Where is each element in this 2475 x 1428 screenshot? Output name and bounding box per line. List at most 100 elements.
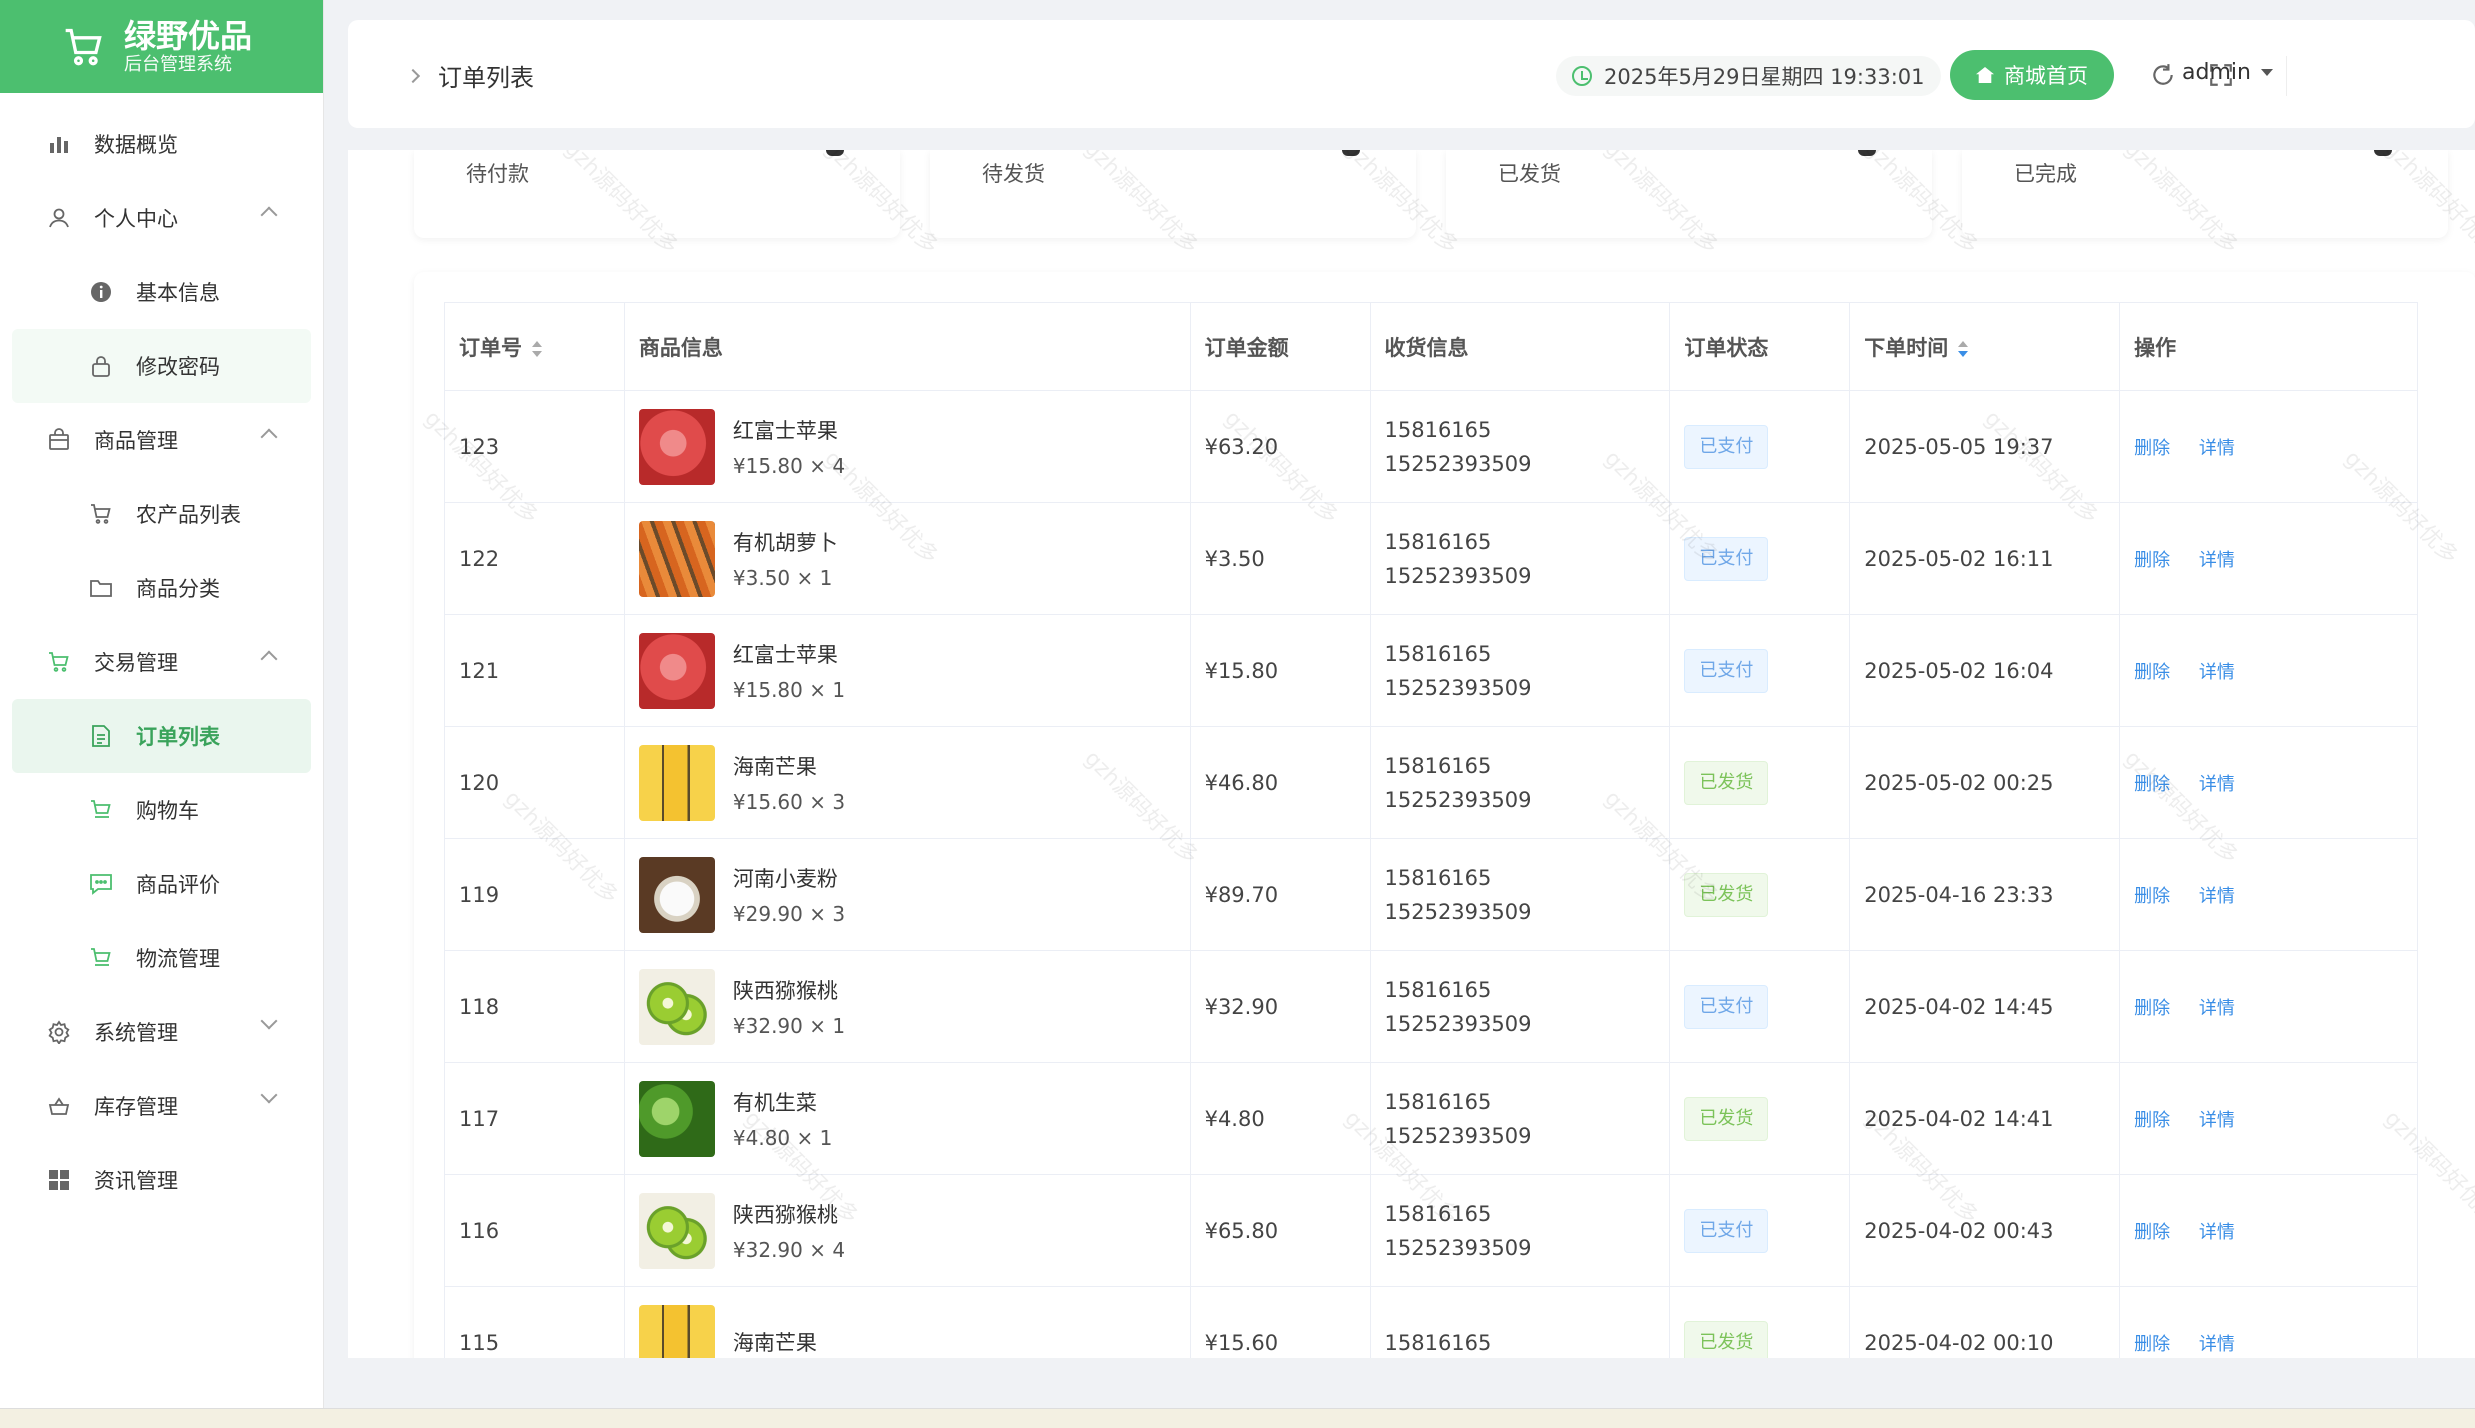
product-cell: 红富士苹果 ¥15.80 × 1 xyxy=(624,614,1191,727)
sidebar-item-logistics[interactable]: 物流管理 xyxy=(0,921,323,995)
detail-link[interactable]: 详情 xyxy=(2199,662,2235,683)
delete-link[interactable]: 删除 xyxy=(2134,886,2170,907)
product-name: 陕西猕猴桃 xyxy=(732,978,838,1003)
status-cell: 已发货 xyxy=(1669,838,1851,951)
sidebar-item-order-list[interactable]: 订单列表 xyxy=(12,699,311,773)
refresh-icon[interactable] xyxy=(2150,62,2176,88)
detail-link[interactable]: 详情 xyxy=(2199,886,2235,907)
shipping-info: 15816165 15252393509 xyxy=(1370,1174,1671,1287)
status-cell: 已支付 xyxy=(1669,502,1851,615)
stat-count xyxy=(826,150,844,156)
cart-icon xyxy=(65,28,102,65)
delete-link[interactable]: 删除 xyxy=(2134,1110,2170,1131)
product-info: 海南芒果 xyxy=(638,1304,1190,1358)
sidebar-item-basic-info[interactable]: 基本信息 xyxy=(0,255,323,329)
order-time: 2025-05-02 16:11 xyxy=(1849,502,2121,615)
product-info: 有机胡萝卜 ¥3.50 × 1 xyxy=(638,520,1190,597)
stat-card-pending-shipment[interactable]: 待发货 xyxy=(930,150,1416,238)
datetime-text: 2025年5月29日星期四 19:33:01 xyxy=(1604,65,1925,89)
detail-link[interactable]: 详情 xyxy=(2199,998,2235,1019)
mall-home-button[interactable]: 商城首页 xyxy=(1950,50,2114,100)
product-info: 红富士苹果 ¥15.80 × 1 xyxy=(638,632,1190,709)
datetime-display: 2025年5月29日星期四 19:33:01 xyxy=(1556,56,1941,96)
cart-icon xyxy=(88,797,114,823)
sidebar-item-overview[interactable]: 数据概览 xyxy=(0,107,323,181)
order-id: 123 xyxy=(444,390,625,503)
stat-card-shipped[interactable]: 已发货 xyxy=(1446,150,1932,238)
receiver-phone: 15816165 xyxy=(1384,1201,1492,1226)
detail-link[interactable]: 详情 xyxy=(2199,550,2235,571)
sidebar-item-label: 资讯管理 xyxy=(94,1169,178,1193)
detail-link[interactable]: 详情 xyxy=(2199,1334,2235,1355)
user-menu[interactable]: admin xyxy=(2182,60,2273,85)
product-thumbnail xyxy=(638,1192,715,1269)
detail-link[interactable]: 详情 xyxy=(2199,1110,2235,1131)
table-row: 115 海南芒果 ¥15.60 15816165 已发货 2025-04-02 … xyxy=(444,1286,2418,1358)
delete-link[interactable]: 删除 xyxy=(2134,662,2170,683)
bar-chart-icon xyxy=(46,131,72,157)
col-order-id[interactable]: 订单号 xyxy=(444,302,625,391)
table-row: 119 河南小麦粉 ¥29.90 × 3 ¥89.70 15816165 152… xyxy=(444,838,2418,951)
order-time: 2025-04-02 00:43 xyxy=(1849,1174,2121,1287)
chevron-up-icon xyxy=(260,650,278,668)
col-order-time[interactable]: 下单时间 xyxy=(1849,302,2121,391)
receiver-phone-2: 15252393509 xyxy=(1384,787,1532,812)
product-cell: 海南芒果 xyxy=(624,1286,1191,1358)
product-info: 海南芒果 ¥15.60 × 3 xyxy=(638,744,1190,821)
main-content: 待付款 待发货 已发货 已完成 订单号 商品信息 订单金额 收货信息 订单状态 … xyxy=(348,150,2475,1358)
top-header: 订单列表 2025年5月29日星期四 19:33:01 商城首页 admin xyxy=(348,20,2475,128)
shipping-info: 15816165 15252393509 xyxy=(1370,1062,1671,1175)
sidebar-item-categories[interactable]: 商品分类 xyxy=(0,551,323,625)
product-cell: 河南小麦粉 ¥29.90 × 3 xyxy=(624,838,1191,951)
delete-link[interactable]: 删除 xyxy=(2134,998,2170,1019)
delete-link[interactable]: 删除 xyxy=(2134,774,2170,795)
sidebar-item-change-password[interactable]: 修改密码 xyxy=(12,329,311,403)
status-badge: 已发货 xyxy=(1684,1320,1769,1358)
sidebar-item-system[interactable]: 系统管理 xyxy=(0,995,323,1069)
caret-down-icon xyxy=(2260,69,2273,76)
delete-link[interactable]: 删除 xyxy=(2134,1222,2170,1243)
stat-card-pending-payment[interactable]: 待付款 xyxy=(414,150,900,238)
sidebar-item-label: 物流管理 xyxy=(136,947,220,971)
status-cell: 已支付 xyxy=(1669,390,1851,503)
sidebar-item-label: 数据概览 xyxy=(94,133,178,157)
basket-icon xyxy=(46,1093,72,1119)
detail-link[interactable]: 详情 xyxy=(2199,438,2235,459)
order-amount: ¥3.50 xyxy=(1190,502,1371,615)
sidebar-item-cart[interactable]: 购物车 xyxy=(0,773,323,847)
delete-link[interactable]: 删除 xyxy=(2134,438,2170,459)
receiver-phone-2: 15252393509 xyxy=(1384,1123,1532,1148)
receiver-phone: 15816165 xyxy=(1384,529,1492,554)
table-row: 120 海南芒果 ¥15.60 × 3 ¥46.80 15816165 1525… xyxy=(444,726,2418,839)
sidebar-item-inventory[interactable]: 库存管理 xyxy=(0,1069,323,1143)
actions-cell: 删除 详情 xyxy=(2119,502,2418,615)
sidebar-item-products[interactable]: 商品管理 xyxy=(0,403,323,477)
order-amount: ¥32.90 xyxy=(1190,950,1371,1063)
delete-link[interactable]: 删除 xyxy=(2134,550,2170,571)
sidebar-item-news[interactable]: 资讯管理 xyxy=(0,1143,323,1217)
sidebar-item-label: 商品分类 xyxy=(136,577,220,601)
sort-icon[interactable] xyxy=(532,340,542,357)
breadcrumb-current[interactable]: 订单列表 xyxy=(438,58,534,93)
sidebar-item-trade[interactable]: 交易管理 xyxy=(0,625,323,699)
chevron-up-icon xyxy=(260,206,278,224)
order-table-body: 123 红富士苹果 ¥15.80 × 4 ¥63.20 15816165 152… xyxy=(444,390,2418,1358)
detail-link[interactable]: 详情 xyxy=(2199,1222,2235,1243)
sidebar-item-personal[interactable]: 个人中心 xyxy=(0,181,323,255)
sidebar-item-reviews[interactable]: 商品评价 xyxy=(0,847,323,921)
delete-link[interactable]: 删除 xyxy=(2134,1334,2170,1355)
brand-subtitle: 后台管理系统 xyxy=(124,53,232,75)
brand-logo: 绿野优品 后台管理系统 xyxy=(0,0,323,93)
product-info: 红富士苹果 ¥15.80 × 4 xyxy=(638,408,1190,485)
stats-row: 待付款 待发货 已发货 已完成 xyxy=(414,150,2475,238)
product-name: 红富士苹果 xyxy=(732,418,838,443)
sidebar-item-produce-list[interactable]: 农产品列表 xyxy=(0,477,323,551)
sidebar: 绿野优品 后台管理系统 数据概览 个人中心 基本信息 修改密码 商品管理 农产品… xyxy=(0,0,324,1408)
receiver-phone-2: 15252393509 xyxy=(1384,563,1532,588)
product-cell: 有机胡萝卜 ¥3.50 × 1 xyxy=(624,502,1191,615)
username: admin xyxy=(2182,60,2251,85)
sort-icon[interactable] xyxy=(1958,340,1969,357)
detail-link[interactable]: 详情 xyxy=(2199,774,2235,795)
stat-card-completed[interactable]: 已完成 xyxy=(1962,150,2448,238)
product-cell: 海南芒果 ¥15.60 × 3 xyxy=(624,726,1191,839)
